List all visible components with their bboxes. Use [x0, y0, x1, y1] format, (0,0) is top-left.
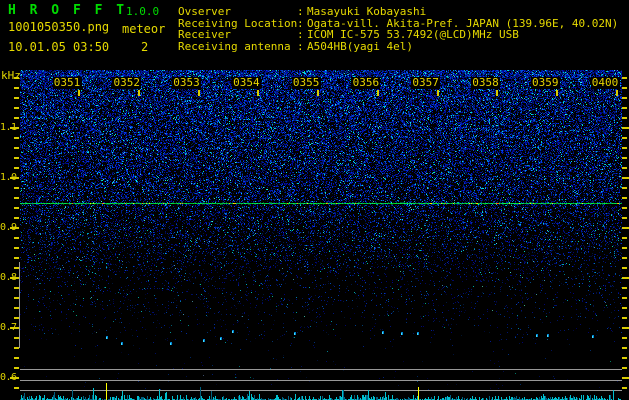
output-filename: 1001050350.png	[8, 20, 110, 34]
freq-tick-label: 1.1	[0, 122, 17, 133]
freq-tick-label: 0.9	[0, 222, 17, 233]
time-tick-label: 0351	[52, 76, 82, 89]
app-title: H R O F F T	[8, 3, 128, 18]
station-info-row: Receiving antenna: A504HB(yagi 4el)	[178, 39, 618, 53]
freq-tick-label: 1.0	[0, 172, 17, 183]
record-datetime: 10.01.05 03:50	[8, 40, 110, 54]
hrofft-screen: H R O F F T 1.0.0 1001050350.png meteor …	[0, 0, 629, 400]
info-label: Ovserver	[178, 5, 231, 18]
meteor-count: 2	[141, 40, 149, 54]
time-tick-label: 0358	[470, 76, 500, 89]
time-tick-label: 0354	[231, 76, 261, 89]
app-version: 1.0.0	[126, 5, 160, 18]
info-value: A504HB(yagi 4el)	[307, 39, 413, 53]
info-separator: :	[297, 39, 304, 53]
y-axis-unit-label: kHz	[1, 69, 21, 82]
time-tick-label: 0357	[411, 76, 441, 89]
time-tick-label: 0352	[112, 76, 142, 89]
freq-tick-label: 0.6	[0, 372, 17, 383]
time-tick-label: 0355	[291, 76, 321, 89]
time-tick-label: 0359	[530, 76, 560, 89]
freq-tick-label: 0.8	[0, 272, 17, 283]
info-label: Receiving antenna	[178, 39, 291, 53]
mode-label: meteor	[122, 22, 166, 36]
time-tick-label: 0400	[590, 76, 620, 89]
time-tick-label: 0353	[172, 76, 202, 89]
info-separator: :	[297, 5, 304, 18]
spectrogram-canvas	[0, 0, 629, 400]
freq-tick-label: 0.7	[0, 322, 17, 333]
station-info-block: Ovserver: Masayuki Kobayashi Receiving Loc…	[178, 6, 618, 52]
time-tick-label: 0356	[351, 76, 381, 89]
